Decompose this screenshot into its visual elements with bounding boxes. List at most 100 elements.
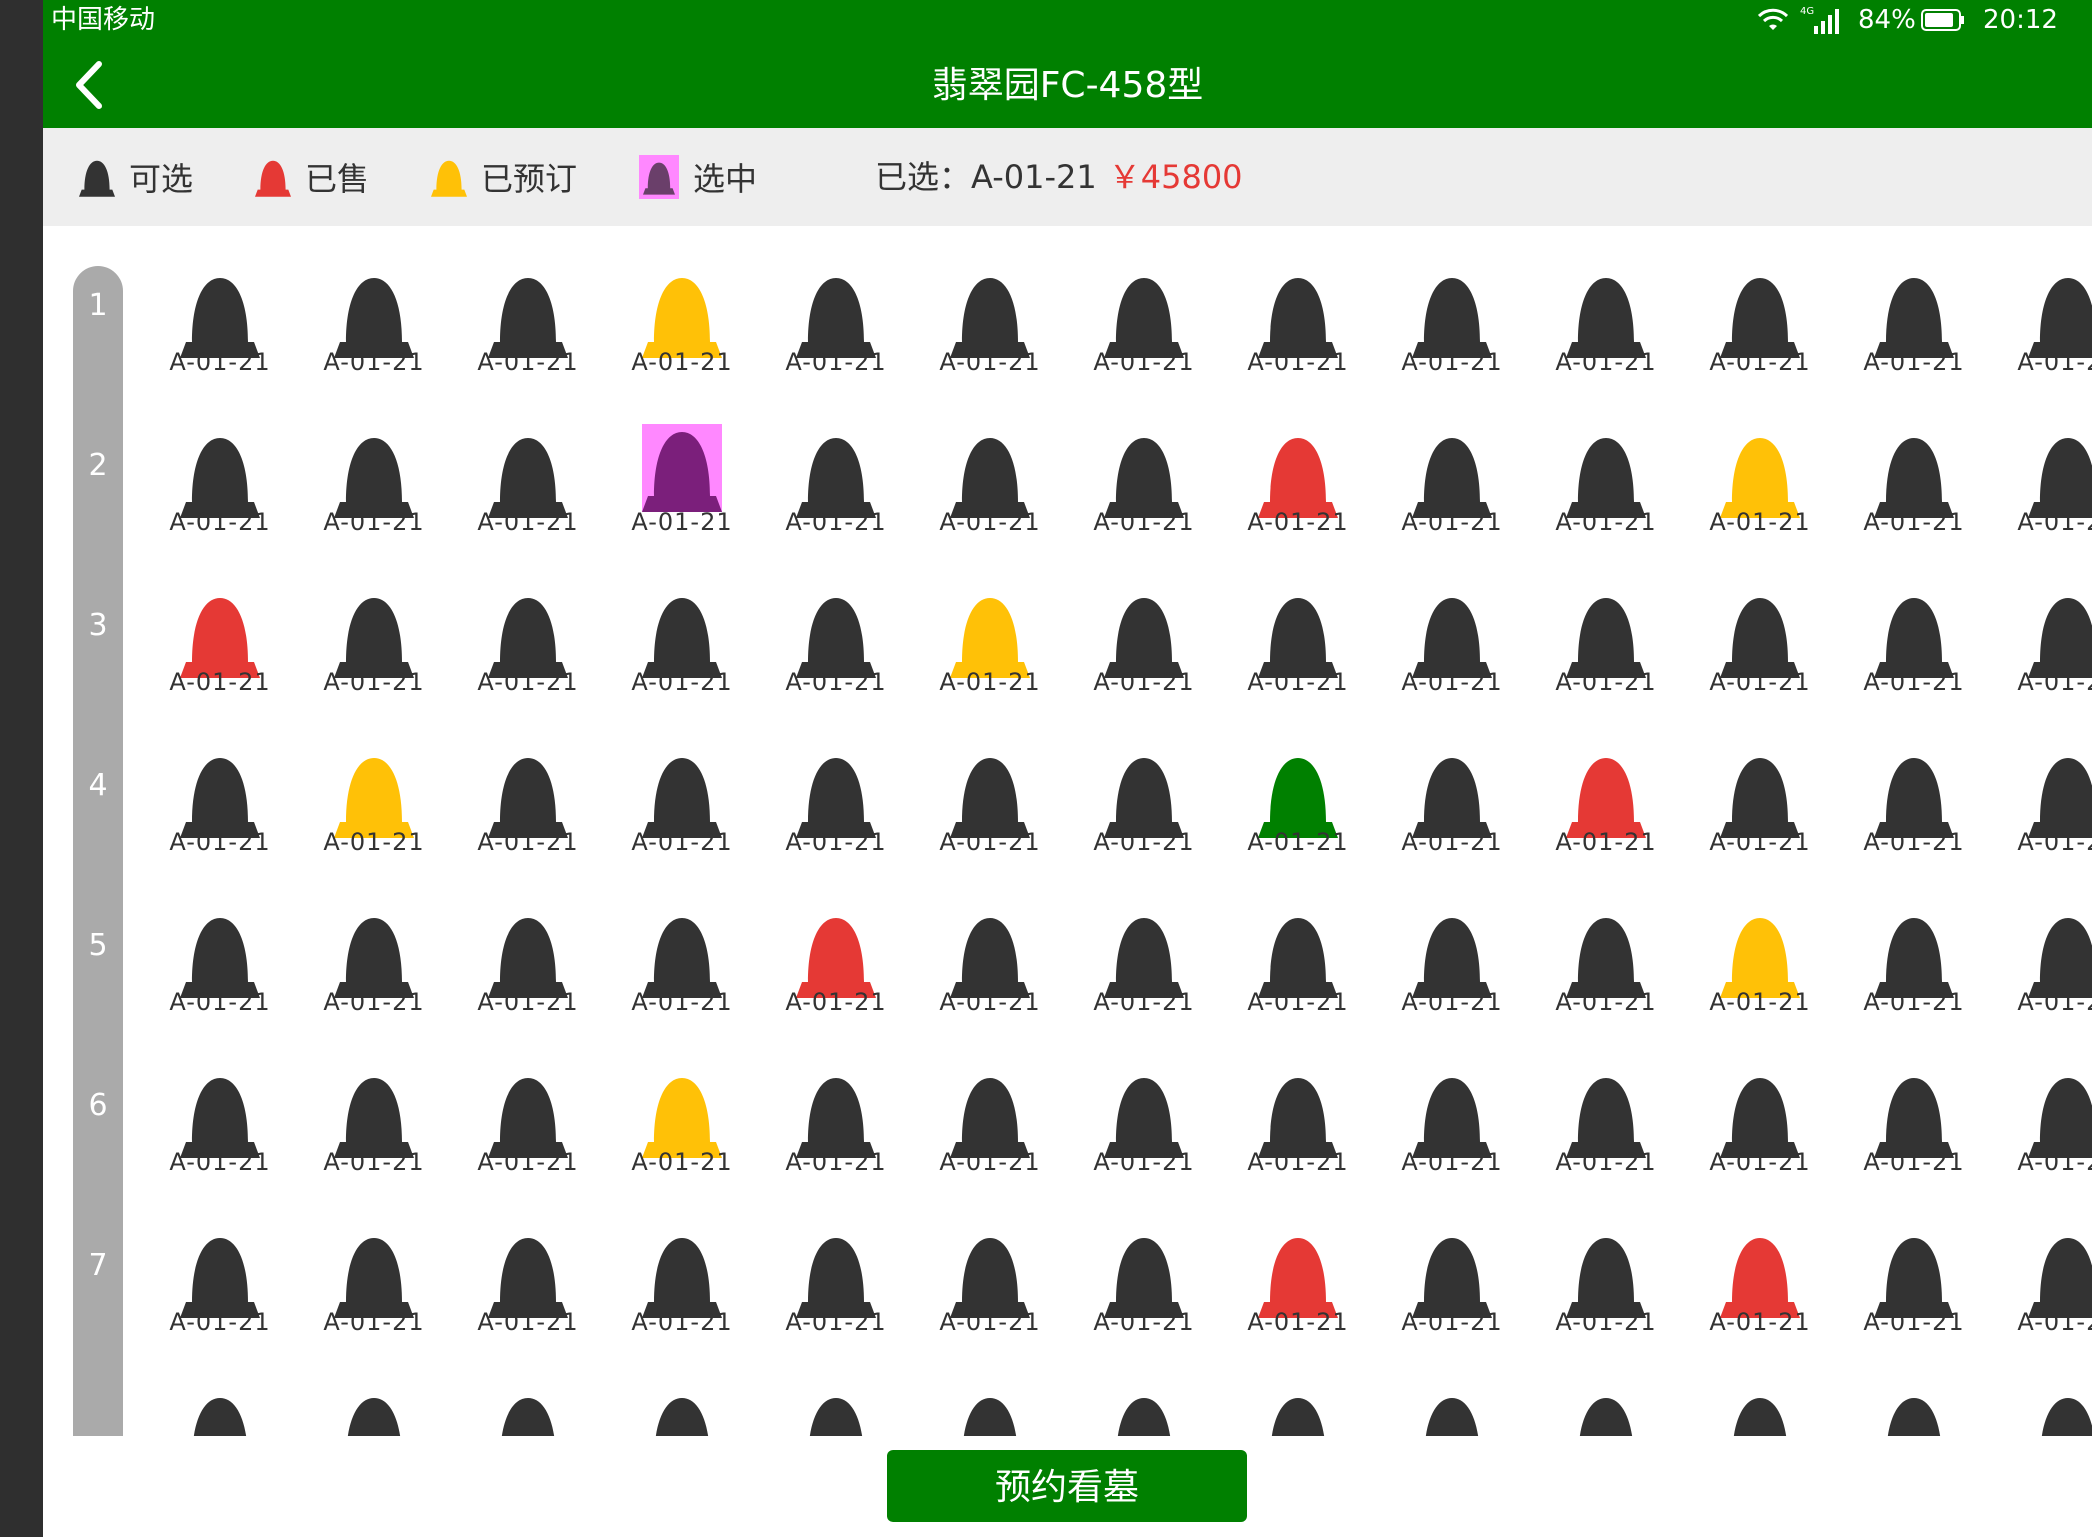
plot-cell[interactable]: A-01-21	[913, 424, 1067, 544]
plot-cell[interactable]: A-01-21	[1375, 904, 1529, 1024]
plot-cell[interactable]: A-01-21	[759, 904, 913, 1024]
plot-cell[interactable]: A-01-21	[1221, 1224, 1375, 1344]
plot-cell[interactable]: A-01-21	[1529, 264, 1683, 384]
plot-cell[interactable]: A-01-21	[1529, 584, 1683, 704]
plot-cell[interactable]: A-01-21	[1529, 744, 1683, 864]
plot-cell[interactable]	[1067, 1384, 1221, 1436]
plot-cell[interactable]: A-01-21	[605, 744, 759, 864]
plot-cell[interactable]: A-01-21	[1991, 904, 2092, 1024]
plot-cell[interactable]: A-01-21	[1683, 744, 1837, 864]
plot-cell[interactable]: A-01-21	[1683, 1224, 1837, 1344]
plot-cell[interactable]: A-01-21	[1991, 424, 2092, 544]
plot-cell[interactable]	[1529, 1384, 1683, 1436]
plot-cell[interactable]: A-01-21	[605, 424, 759, 544]
plot-cell[interactable]: A-01-21	[1067, 424, 1221, 544]
plot-cell[interactable]: A-01-21	[1683, 904, 1837, 1024]
plot-cell[interactable]: A-01-21	[1529, 1064, 1683, 1184]
plot-cell[interactable]: A-01-21	[143, 1224, 297, 1344]
plot-cell[interactable]: A-01-21	[913, 744, 1067, 864]
plot-cell[interactable]: A-01-21	[1837, 1224, 1991, 1344]
plot-cell[interactable]: A-01-21	[1221, 1064, 1375, 1184]
plot-cell[interactable]: A-01-21	[1529, 904, 1683, 1024]
plot-cell[interactable]	[759, 1384, 913, 1436]
plot-cell[interactable]: A-01-21	[1067, 264, 1221, 384]
plot-cell[interactable]: A-01-21	[1837, 744, 1991, 864]
plot-cell[interactable]: A-01-21	[451, 264, 605, 384]
plot-cell[interactable]: A-01-21	[451, 584, 605, 704]
plot-cell[interactable]: A-01-21	[759, 1224, 913, 1344]
plot-cell[interactable]: A-01-21	[1991, 584, 2092, 704]
plot-cell[interactable]: A-01-21	[1221, 424, 1375, 544]
plot-cell[interactable]: A-01-21	[913, 1224, 1067, 1344]
plot-cell[interactable]: A-01-21	[1375, 1064, 1529, 1184]
plot-cell[interactable]: A-01-21	[605, 584, 759, 704]
plot-cell[interactable]	[605, 1384, 759, 1436]
plot-cell[interactable]: A-01-21	[759, 584, 913, 704]
plot-cell[interactable]: A-01-21	[297, 584, 451, 704]
plot-cell[interactable]: A-01-21	[913, 904, 1067, 1024]
plot-cell[interactable]: A-01-21	[605, 904, 759, 1024]
plot-cell[interactable]: A-01-21	[1837, 1064, 1991, 1184]
plot-cell[interactable]: A-01-21	[1221, 264, 1375, 384]
plot-cell[interactable]: A-01-21	[1683, 1064, 1837, 1184]
plot-cell[interactable]: A-01-21	[1221, 584, 1375, 704]
plot-cell[interactable]: A-01-21	[1375, 424, 1529, 544]
plot-cell[interactable]: A-01-21	[451, 744, 605, 864]
plot-cell[interactable]: A-01-21	[143, 744, 297, 864]
plot-cell[interactable]: A-01-21	[297, 264, 451, 384]
plot-cell[interactable]: A-01-21	[297, 904, 451, 1024]
plot-cell[interactable]: A-01-21	[1991, 264, 2092, 384]
plot-cell[interactable]	[297, 1384, 451, 1436]
plot-cell[interactable]: A-01-21	[1683, 264, 1837, 384]
plot-cell[interactable]	[143, 1384, 297, 1436]
plot-cell[interactable]: A-01-21	[297, 744, 451, 864]
plot-cell[interactable]: A-01-21	[1375, 584, 1529, 704]
plot-cell[interactable]: A-01-21	[1529, 1224, 1683, 1344]
plot-cell[interactable]: A-01-21	[1067, 584, 1221, 704]
plot-cell[interactable]	[451, 1384, 605, 1436]
plot-cell[interactable]: A-01-21	[605, 1064, 759, 1184]
plot-cell[interactable]: A-01-21	[1837, 264, 1991, 384]
plot-cell[interactable]: A-01-21	[1375, 744, 1529, 864]
plot-cell[interactable]: A-01-21	[1991, 744, 2092, 864]
plot-cell[interactable]: A-01-21	[913, 584, 1067, 704]
plot-cell[interactable]: A-01-21	[143, 424, 297, 544]
plot-cell[interactable]: A-01-21	[1067, 1064, 1221, 1184]
plot-cell[interactable]: A-01-21	[1067, 1224, 1221, 1344]
plot-cell[interactable]: A-01-21	[759, 744, 913, 864]
plot-cell[interactable]: A-01-21	[1837, 584, 1991, 704]
plot-cell[interactable]: A-01-21	[605, 264, 759, 384]
plot-cell[interactable]: A-01-21	[605, 1224, 759, 1344]
plot-cell[interactable]	[1375, 1384, 1529, 1436]
plot-cell[interactable]: A-01-21	[759, 264, 913, 384]
plot-cell[interactable]: A-01-21	[143, 904, 297, 1024]
plot-cell[interactable]: A-01-21	[297, 1224, 451, 1344]
plot-cell[interactable]: A-01-21	[297, 424, 451, 544]
plot-cell[interactable]: A-01-21	[1837, 424, 1991, 544]
plot-cell[interactable]	[1837, 1384, 1991, 1436]
plot-cell[interactable]: A-01-21	[759, 424, 913, 544]
plot-cell[interactable]: A-01-21	[143, 584, 297, 704]
plot-cell[interactable]	[1683, 1384, 1837, 1436]
plot-cell[interactable]: A-01-21	[1683, 424, 1837, 544]
plot-cell[interactable]	[1991, 1384, 2092, 1436]
plot-cell[interactable]: A-01-21	[451, 904, 605, 1024]
plot-cell[interactable]: A-01-21	[1683, 584, 1837, 704]
plot-cell[interactable]: A-01-21	[143, 1064, 297, 1184]
plot-cell[interactable]: A-01-21	[451, 1064, 605, 1184]
plot-cell[interactable]: A-01-21	[759, 1064, 913, 1184]
plot-cell[interactable]: A-01-21	[913, 264, 1067, 384]
plot-cell[interactable]: A-01-21	[1837, 904, 1991, 1024]
plot-cell[interactable]: A-01-21	[451, 1224, 605, 1344]
plot-cell[interactable]: A-01-21	[1991, 1064, 2092, 1184]
plot-cell[interactable]: A-01-21	[1067, 744, 1221, 864]
plot-cell[interactable]: A-01-21	[1221, 904, 1375, 1024]
plot-cell[interactable]: A-01-21	[1991, 1224, 2092, 1344]
plot-cell[interactable]: A-01-21	[1375, 264, 1529, 384]
plot-cell[interactable]	[1221, 1384, 1375, 1436]
plot-cell[interactable]: A-01-21	[1375, 1224, 1529, 1344]
book-visit-button[interactable]: 预约看墓	[887, 1450, 1247, 1522]
plot-cell[interactable]: A-01-21	[1529, 424, 1683, 544]
plot-cell[interactable]: A-01-21	[913, 1064, 1067, 1184]
plot-cell[interactable]: A-01-21	[297, 1064, 451, 1184]
